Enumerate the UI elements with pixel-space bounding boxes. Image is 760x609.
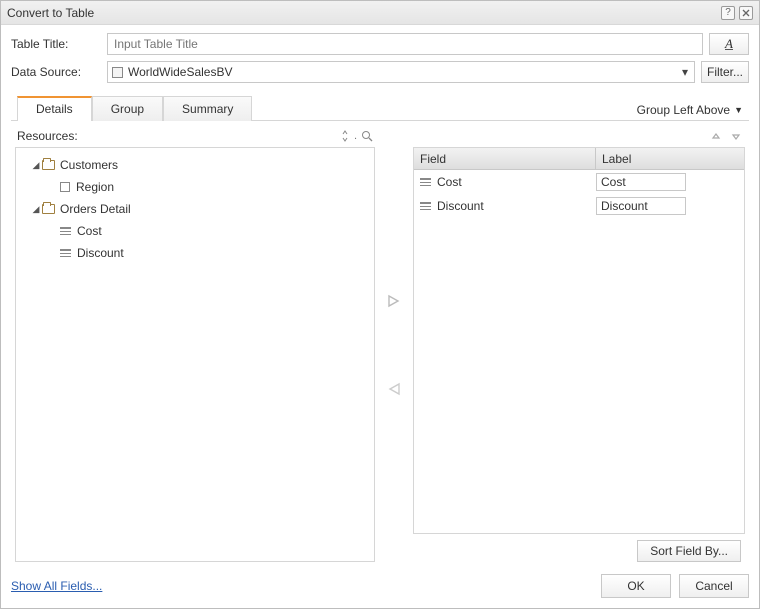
dialog: Convert to Table ? Table Title: A Data S… [0,0,760,609]
tree-label: Customers [60,158,118,172]
resources-header: Resources: . [15,127,375,147]
tree-item-region[interactable]: Region [20,176,370,198]
add-field-button[interactable] [385,292,403,310]
grid-body: Cost Discount [414,170,744,533]
grid-cell-label [596,173,744,191]
filter-button-label: Filter... [707,65,743,79]
twisty-icon[interactable]: ◢ [30,160,42,171]
fields-panel: Field Label Cost [413,127,745,562]
datasource-icon [112,67,123,78]
grid-field-text: Cost [437,175,462,189]
tree-item-discount[interactable]: Discount [20,242,370,264]
dialog-body: Table Title: A Data Source: WorldWideSal… [1,25,759,566]
grid-label-input[interactable] [596,173,686,191]
label-data-source: Data Source: [11,65,101,79]
grid-label-input[interactable] [596,197,686,215]
sort-row: Sort Field By... [413,534,745,562]
close-icon[interactable] [739,6,753,20]
folder-icon [42,204,55,214]
group-layout-dropdown[interactable]: Group Left Above ▼ [637,103,743,117]
footer: Show All Fields... OK Cancel [1,566,759,608]
ok-button[interactable]: OK [601,574,671,598]
tree-item-cost[interactable]: Cost [20,220,370,242]
label-table-title: Table Title: [11,37,101,51]
chevron-down-icon: ▾ [680,65,690,79]
grid-field-text: Discount [437,199,484,213]
grid-cell-field: Cost [420,175,596,189]
move-down-icon[interactable] [731,131,741,143]
grid-cell-label [596,197,744,215]
dialog-title: Convert to Table [7,6,94,20]
resources-label: Resources: [17,129,78,143]
show-all-fields-link[interactable]: Show All Fields... [11,579,102,593]
tree-label: Cost [77,224,102,238]
move-up-icon[interactable] [711,131,721,143]
ok-button-label: OK [627,579,644,593]
row-table-title: Table Title: A [11,33,749,55]
tab-row: Details Group Summary Group Left Above ▼ [11,93,749,121]
tab-details-label: Details [36,102,73,116]
remove-field-button[interactable] [385,380,403,398]
field-icon [60,249,71,257]
chevron-down-icon: ▼ [734,105,743,115]
sort-field-by-label: Sort Field By... [650,544,728,558]
tab-group[interactable]: Group [92,96,163,121]
tab-group-label: Group [111,102,144,116]
twisty-icon[interactable]: ◢ [30,204,42,215]
search-icon[interactable] [361,130,373,142]
grid-row[interactable]: Discount [414,194,744,218]
col-header-field[interactable]: Field [414,148,596,169]
help-icon[interactable]: ? [721,6,735,20]
col-header-label[interactable]: Label [596,148,744,169]
separator-dot: . [354,130,357,142]
tree-folder-orders-detail[interactable]: ◢ Orders Detail [20,198,370,220]
font-button[interactable]: A [709,33,749,55]
cancel-button-label: Cancel [695,579,732,593]
sort-icon[interactable] [340,130,350,142]
tab-summary-label: Summary [182,102,233,116]
group-layout-label: Group Left Above [637,103,730,117]
tab-details[interactable]: Details [17,96,92,121]
filter-button[interactable]: Filter... [701,61,749,83]
grid-header: Field Label [414,148,744,170]
combo-data-source-value: WorldWideSalesBV [128,65,680,79]
tree-label: Orders Detail [60,202,131,216]
grid-cell-field: Discount [420,199,596,213]
transfer-buttons [381,127,407,562]
grid-row[interactable]: Cost [414,170,744,194]
resources-tree[interactable]: ◢ Customers Region ◢ Orders Detail [15,147,375,562]
folder-icon [42,160,55,170]
row-data-source: Data Source: WorldWideSalesBV ▾ Filter..… [11,61,749,83]
titlebar: Convert to Table ? [1,1,759,25]
tree-folder-customers[interactable]: ◢ Customers [20,154,370,176]
fields-grid: Field Label Cost [413,147,745,534]
fields-header [413,127,745,147]
tree-label: Region [76,180,114,194]
input-table-title[interactable] [107,33,703,55]
resources-panel: Resources: . ◢ Customers [15,127,375,562]
panels: Resources: . ◢ Customers [11,121,749,566]
combo-data-source[interactable]: WorldWideSalesBV ▾ [107,61,695,83]
field-icon [420,178,431,186]
tabs: Details Group Summary [17,95,252,120]
tab-summary[interactable]: Summary [163,96,252,121]
sort-field-by-button[interactable]: Sort Field By... [637,540,741,562]
cancel-button[interactable]: Cancel [679,574,749,598]
tree-label: Discount [77,246,124,260]
field-icon [420,202,431,210]
column-icon [60,182,70,192]
field-icon [60,227,71,235]
